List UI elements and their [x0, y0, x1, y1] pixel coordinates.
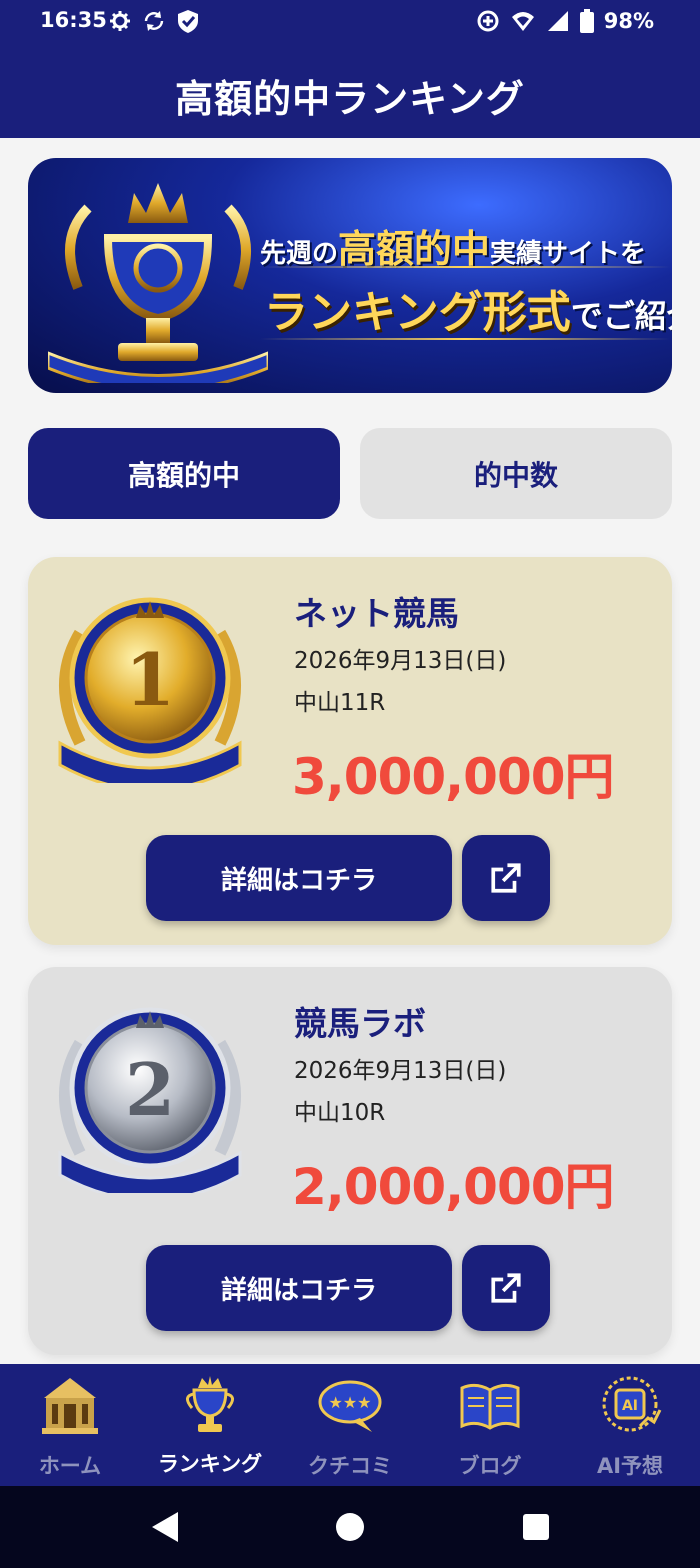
status-left-icons	[108, 8, 200, 34]
medal-rank-number: 2	[125, 1047, 175, 1132]
medal-rank-number: 1	[125, 637, 175, 722]
banner-text-pre: 先週の	[260, 239, 339, 269]
open-external-icon	[491, 1273, 521, 1303]
wifi-icon	[511, 12, 534, 31]
detail-button[interactable]: 詳細はコチラ	[146, 1245, 452, 1331]
ranking-card: 1 ネット競馬 2026年9月13日(日) 中山11R 3,000,000円 詳…	[28, 557, 672, 945]
sync-icon	[144, 11, 164, 31]
status-right-icons: 98%	[476, 8, 654, 34]
banner-text-highlight: 高額的中	[338, 227, 491, 271]
battery-icon	[579, 9, 594, 33]
status-bar: 16:35 98%	[0, 0, 700, 44]
banner-subheadline: ランキング形式でご紹介!	[264, 276, 672, 340]
external-link-button[interactable]	[462, 1245, 550, 1331]
page-title: 高額的中ランキング	[175, 77, 525, 121]
nav-item-ranking[interactable]: ランキング	[140, 1364, 280, 1486]
gear-icon	[110, 11, 130, 31]
recents-icon[interactable]	[522, 1513, 550, 1541]
race-date: 2026年9月13日(日)	[294, 1058, 507, 1084]
nav-label: ブログ	[458, 1454, 522, 1478]
race-number: 中山10R	[294, 1100, 386, 1126]
nav-label: ランキング	[157, 1452, 263, 1476]
home-circle-icon[interactable]	[334, 1511, 366, 1543]
ranking-card: 2 競馬ラボ 2026年9月13日(日) 中山10R 2,000,000円 詳細…	[28, 967, 672, 1355]
banner-headline: 先週の高額的中実績サイトを	[260, 218, 646, 273]
back-icon[interactable]	[150, 1510, 180, 1544]
nav-label: ホーム	[38, 1454, 102, 1478]
nav-item-ai-prediction[interactable]: AI AI予想	[560, 1364, 700, 1486]
trophy-crown-icon	[48, 183, 268, 383]
promo-banner[interactable]: 先週の高額的中実績サイトを ランキング形式でご紹介!	[28, 158, 672, 393]
shield-icon	[178, 10, 198, 33]
banner-text-post: 実績サイトを	[490, 239, 647, 269]
battery-percent: 98%	[603, 9, 654, 33]
race-number: 中山11R	[294, 690, 386, 716]
banner-divider-bottom	[260, 338, 670, 340]
gold-medal-icon: 1	[58, 597, 242, 783]
site-name[interactable]: 競馬ラボ	[294, 997, 426, 1045]
detail-button[interactable]: 詳細はコチラ	[146, 835, 452, 921]
site-name[interactable]: ネット競馬	[294, 587, 459, 635]
payout-amount: 2,000,000円	[292, 1158, 615, 1216]
book-icon	[460, 1383, 520, 1430]
data-saver-icon	[477, 10, 499, 32]
tab-high-payout[interactable]: 高額的中	[28, 428, 340, 519]
silver-medal-icon: 2	[58, 1007, 242, 1193]
banner-text-highlight-2: ランキング形式	[264, 287, 571, 338]
banner-text-post-2: でご紹介!	[570, 297, 672, 335]
svg-text:AI: AI	[622, 1398, 638, 1414]
ai-chip-icon: AI	[602, 1376, 662, 1432]
app-header: 16:35 98% 高額的中ランキング	[0, 0, 700, 138]
review-bubble-icon: ★★★	[318, 1380, 382, 1432]
status-time: 16:35	[40, 8, 107, 32]
tab-hit-count[interactable]: 的中数	[360, 428, 672, 519]
bottom-nav: ホーム ランキング ★★★ クチコミ ブログ AI AI予想	[0, 1364, 700, 1486]
nav-item-reviews[interactable]: ★★★ クチコミ	[280, 1364, 420, 1486]
nav-item-blog[interactable]: ブログ	[420, 1364, 560, 1486]
svg-text:★★★: ★★★	[328, 1393, 371, 1412]
home-icon	[42, 1378, 98, 1434]
signal-icon	[547, 11, 568, 31]
nav-label: AI予想	[596, 1454, 664, 1478]
race-date: 2026年9月13日(日)	[294, 648, 507, 674]
open-external-icon	[491, 863, 521, 893]
payout-amount: 3,000,000円	[292, 748, 615, 806]
system-nav-bar	[0, 1486, 700, 1568]
banner-divider	[260, 266, 670, 268]
external-link-button[interactable]	[462, 835, 550, 921]
trophy-icon	[186, 1376, 234, 1432]
nav-label: クチコミ	[308, 1454, 392, 1478]
nav-item-home[interactable]: ホーム	[0, 1364, 140, 1486]
